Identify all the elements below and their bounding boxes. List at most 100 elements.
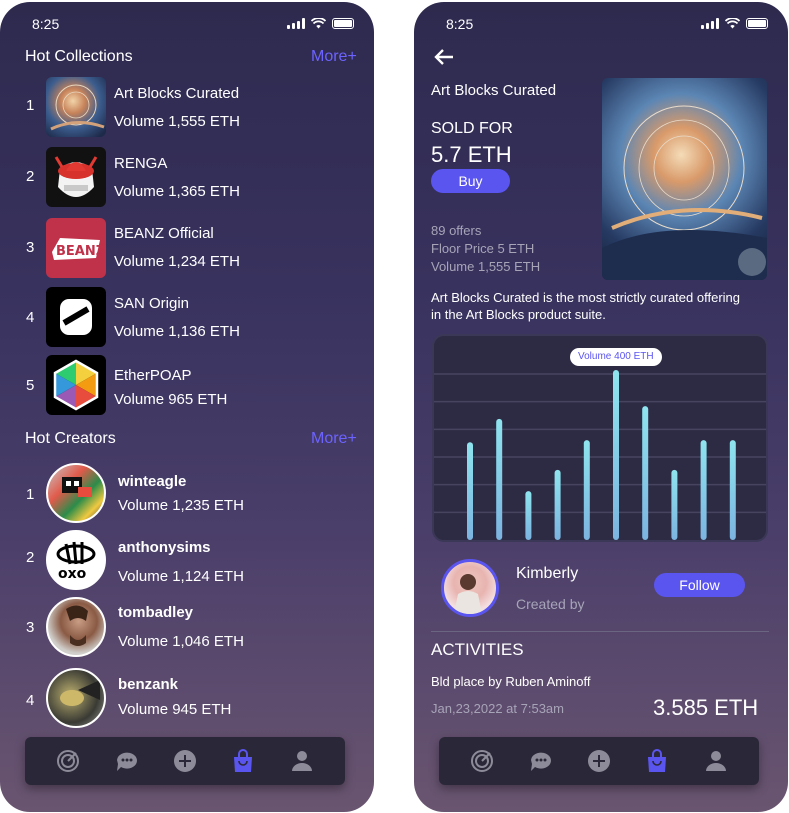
activities-title: ACTIVITIES: [431, 640, 524, 659]
battery-icon: [332, 18, 354, 29]
offers-count: 89 offers: [431, 223, 482, 238]
hot-creators-title: Hot Creators: [25, 430, 116, 447]
divider: [431, 631, 769, 632]
wifi-icon: [311, 18, 326, 29]
signal-icon: [701, 18, 719, 29]
volume-chart-plot: [434, 370, 766, 540]
chart-bar[interactable]: [554, 469, 561, 540]
artwork-image[interactable]: [602, 78, 767, 280]
buy-button[interactable]: Buy: [431, 169, 510, 193]
status-icons: [701, 18, 768, 29]
collection-rank: 3: [26, 239, 35, 256]
collection-name[interactable]: RENGA: [114, 155, 167, 172]
collection-volume: Volume 1,365 ETH: [114, 183, 240, 200]
detail-title: Art Blocks Curated: [431, 82, 557, 99]
activity-text: Bld place by Ruben Aminoff: [431, 674, 591, 689]
creator-rank: 2: [26, 549, 35, 566]
creator-avatar[interactable]: [441, 559, 499, 617]
creator-avatar[interactable]: [46, 463, 106, 523]
chart-bar[interactable]: [642, 406, 649, 540]
activity-date: Jan,23,2022 at 7:53am: [431, 701, 564, 716]
detail-volume: Volume 1,555 ETH: [431, 259, 541, 274]
creator-avatar[interactable]: [46, 668, 106, 728]
battery-icon: [746, 18, 768, 29]
status-time: 8:25: [446, 16, 474, 32]
collection-rank: 1: [26, 97, 35, 114]
creator-avatar[interactable]: oxo: [46, 530, 106, 590]
collections-more-link[interactable]: More+: [311, 48, 357, 66]
add-icon[interactable]: [586, 748, 612, 774]
creator-volume: Volume 1,124 ETH: [118, 568, 244, 585]
add-icon[interactable]: [172, 748, 198, 774]
creator-rank: 1: [26, 486, 35, 503]
creator-rank: 3: [26, 619, 35, 636]
creator-volume: Volume 1,046 ETH: [118, 633, 244, 650]
svg-text:BEANZ: BEANZ: [56, 244, 105, 259]
profile-icon[interactable]: [703, 748, 729, 774]
creator-volume: Volume 945 ETH: [118, 701, 232, 718]
hot-collections-title: Hot Collections: [25, 48, 133, 65]
status-time: 8:25: [32, 16, 60, 32]
chart-bar[interactable]: [583, 440, 590, 540]
chart-bar[interactable]: [671, 469, 678, 540]
creators-more-link[interactable]: More+: [311, 430, 357, 448]
status-bar: 8:25: [446, 16, 768, 34]
collection-volume: Volume 965 ETH: [114, 391, 228, 408]
chart-bar[interactable]: [496, 418, 503, 540]
chart-bar[interactable]: [525, 491, 532, 540]
collection-detail-screen: 8:25 Art Blocks Curated SOLD FOR 5.7 ETH…: [414, 2, 788, 812]
back-arrow-icon[interactable]: [434, 46, 454, 72]
collection-rank: 2: [26, 168, 35, 185]
creator-name[interactable]: benzank: [118, 676, 178, 693]
creator-name[interactable]: Kimberly: [516, 565, 578, 583]
bag-icon[interactable]: [230, 748, 256, 774]
collection-rank: 5: [26, 377, 35, 394]
wifi-icon: [725, 18, 740, 29]
collection-volume: Volume 1,555 ETH: [114, 113, 240, 130]
creator-volume: Volume 1,235 ETH: [118, 497, 244, 514]
beanz-logo-thumbnail[interactable]: BEANZ: [46, 218, 106, 278]
bottom-nav: [25, 737, 345, 785]
activity-amount: 3.585 ETH: [653, 695, 759, 720]
sold-for-label: SOLD FOR: [431, 120, 513, 137]
renga-character-thumbnail[interactable]: [46, 147, 106, 207]
chat-icon[interactable]: [528, 748, 554, 774]
status-bar: 8:25: [32, 16, 354, 34]
sold-price: 5.7 ETH: [431, 142, 512, 167]
collection-name[interactable]: EtherPOAP: [114, 367, 192, 384]
follow-button[interactable]: Follow: [654, 573, 745, 597]
bag-icon[interactable]: [644, 748, 670, 774]
chart-tooltip: Volume 400 ETH: [570, 348, 662, 366]
collection-rank: 4: [26, 309, 35, 326]
creator-name[interactable]: tombadley: [118, 604, 193, 621]
floor-price: Floor Price 5 ETH: [431, 241, 535, 256]
creator-avatar[interactable]: [46, 597, 106, 657]
radar-icon[interactable]: [469, 748, 495, 774]
creator-rank: 4: [26, 692, 35, 709]
san-logo-thumbnail[interactable]: [46, 287, 106, 347]
volume-chart: Volume 400 ETH: [432, 334, 768, 542]
chart-bar[interactable]: [467, 442, 473, 540]
status-icons: [287, 18, 354, 29]
collection-description: Art Blocks Curated is the most strictly …: [431, 290, 740, 322]
collection-volume: Volume 1,136 ETH: [114, 323, 240, 340]
collection-volume: Volume 1,234 ETH: [114, 253, 240, 270]
signal-icon: [287, 18, 305, 29]
chart-bar[interactable]: [729, 440, 736, 540]
creator-name[interactable]: anthonysims: [118, 539, 211, 556]
svg-text:oxo: oxo: [58, 566, 87, 582]
radar-icon[interactable]: [55, 748, 81, 774]
artwork-thumbnail[interactable]: [46, 77, 106, 137]
chart-bar[interactable]: [613, 370, 619, 540]
bottom-nav: [439, 737, 759, 785]
collection-name[interactable]: SAN Origin: [114, 295, 189, 312]
created-by-label: Created by: [516, 596, 585, 612]
chat-icon[interactable]: [114, 748, 140, 774]
chart-bar[interactable]: [700, 440, 707, 540]
hexagon-logo-thumbnail[interactable]: [46, 355, 106, 415]
creator-name[interactable]: winteagle: [118, 473, 186, 490]
profile-icon[interactable]: [289, 748, 315, 774]
hot-lists-screen: 8:25 Hot Collections More+ 1 Art Blocks …: [0, 2, 374, 812]
collection-name[interactable]: BEANZ Official: [114, 225, 214, 242]
collection-name[interactable]: Art Blocks Curated: [114, 85, 239, 102]
